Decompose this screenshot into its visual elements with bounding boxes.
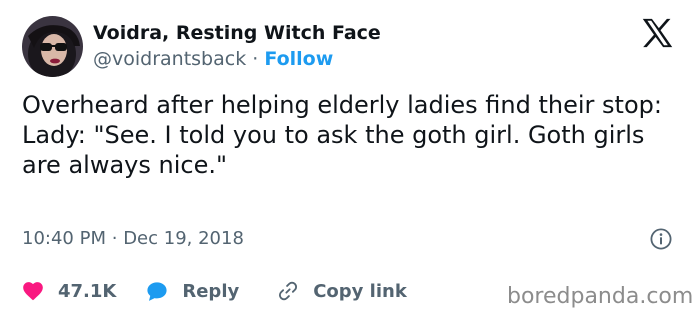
- tweet-time: 10:40 PM: [22, 228, 106, 249]
- like-button[interactable]: 47.1K: [22, 281, 116, 302]
- handle[interactable]: @voidrantsback: [93, 48, 246, 70]
- heart-icon: [23, 282, 43, 301]
- tweet-date: Dec 19, 2018: [123, 228, 244, 249]
- tweet-text-line-2: Lady: "See. I told you to ask the goth g…: [22, 121, 645, 179]
- action-bar: 47.1K Reply Copy link: [22, 278, 407, 304]
- info-icon[interactable]: [650, 228, 672, 250]
- like-count: 47.1K: [58, 280, 117, 302]
- profile-avatar-image: [22, 16, 83, 77]
- link-icon: [279, 281, 298, 301]
- tweet-text-line-1: Overheard after helping elderly ladies f…: [22, 91, 662, 119]
- copy-link-button[interactable]: Copy link: [277, 280, 407, 302]
- follow-button[interactable]: Follow: [264, 48, 333, 70]
- timestamp[interactable]: 10:40 PM · Dec 19, 2018: [22, 226, 244, 252]
- tweet-text: Overheard after helping elderly ladies f…: [22, 90, 682, 180]
- avatar[interactable]: [22, 16, 83, 77]
- display-name[interactable]: Voidra, Resting Witch Face: [93, 20, 381, 46]
- reply-label: Reply: [182, 280, 240, 302]
- copy-link-label: Copy link: [313, 280, 407, 302]
- reply-bubble-icon: [147, 281, 167, 301]
- handle-separator: ·: [252, 48, 259, 70]
- x-logo-icon[interactable]: [641, 18, 674, 48]
- handle-line: @voidrantsback · Follow: [93, 46, 333, 72]
- watermark: boredpanda.com: [507, 284, 694, 309]
- reply-button[interactable]: Reply: [146, 281, 239, 302]
- timestamp-separator: ·: [111, 228, 118, 249]
